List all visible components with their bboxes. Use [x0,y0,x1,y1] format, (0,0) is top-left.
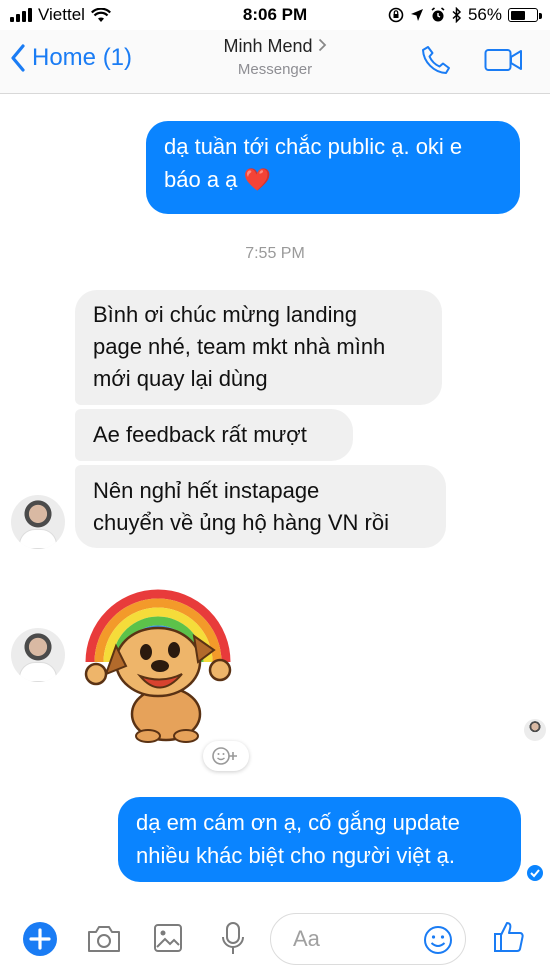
incoming-message[interactable]: Ae feedback rất mượt [75,409,353,461]
avatar[interactable] [11,495,65,549]
message-text: báo a ạ ❤️ [164,167,271,192]
status-right: 56% [388,5,542,25]
status-bar: Viettel 8:06 PM 56% [0,0,550,30]
outgoing-message[interactable]: dạ tuần tới chắc public ạ. oki e báo a ạ… [146,121,520,214]
rotation-lock-icon [388,7,404,23]
message-input-placeholder: Aa [293,926,320,951]
avatar[interactable] [11,628,65,682]
signal-icon [10,8,32,22]
message-text: Bình ơi chúc mừng landing [93,302,357,327]
plus-icon[interactable] [22,921,58,957]
battery-icon [508,8,542,22]
message-text: dạ em cám ơn ạ, cố gắng update [136,810,460,835]
message-text: page nhé, team mkt nhà mình [93,334,386,359]
battery-percent: 56% [467,5,502,24]
composer-bar: Aa [0,900,550,978]
status-left: Viettel [10,5,111,25]
battery-fill [510,10,525,20]
camera-icon[interactable] [86,924,122,954]
carrier-label: Viettel [38,5,85,24]
nav-actions [420,44,524,76]
message-timestamp: 7:55 PM [245,245,305,262]
emoji-icon[interactable] [423,925,453,955]
read-receipt-avatar [524,719,546,741]
message-text: Nên nghỉ hết instapage [93,478,320,503]
location-icon [410,9,423,21]
message-text: dạ tuần tới chắc public ạ. oki e [164,134,463,159]
outgoing-message[interactable]: dạ em cám ơn ạ, cố gắng update nhiều khá… [118,797,521,882]
add-reaction-button[interactable] [203,741,249,771]
chevron-right-icon [318,38,326,52]
image-icon[interactable] [153,923,183,953]
message-input[interactable]: Aa [270,913,466,965]
video-call-icon[interactable] [484,47,524,73]
incoming-message[interactable]: Nên nghỉ hết instapage chuyển về ủng hộ … [75,465,446,548]
thumbs-up-icon[interactable] [492,920,526,954]
contact-name-text: Minh Mend [223,36,313,56]
bluetooth-icon [452,7,462,23]
alarm-icon [431,7,445,22]
smiley-plus-icon [212,747,237,765]
message-text: mới quay lại dùng [93,366,268,391]
message-text: nhiều khác biệt cho người việt ạ. [136,843,456,868]
phone-icon[interactable] [420,44,452,76]
microphone-icon[interactable] [220,921,246,957]
delivered-check-icon [527,865,543,881]
sticker-dog-rainbow[interactable] [76,566,240,744]
message-text: chuyển về ủng hộ hàng VN rồi [93,510,389,535]
nav-bar: Home (1) Minh Mend Messenger [0,30,550,94]
wifi-icon [90,7,111,22]
incoming-message[interactable]: Bình ơi chúc mừng landing page nhé, team… [75,290,442,405]
message-text: Ae feedback rất mượt [93,422,307,447]
